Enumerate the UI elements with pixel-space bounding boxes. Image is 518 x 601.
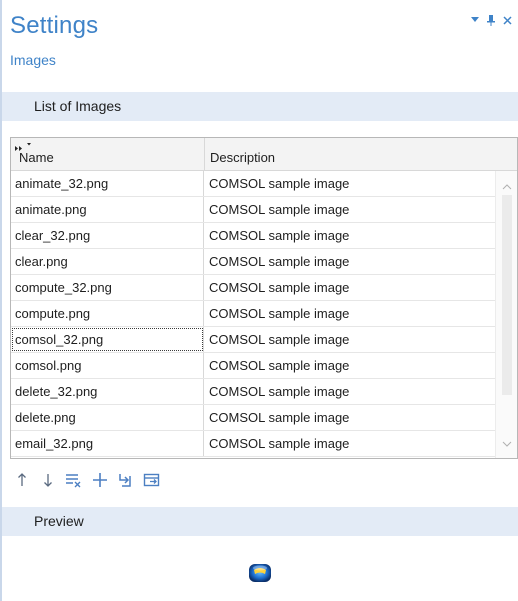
move-up-button[interactable] <box>13 471 31 489</box>
cell-name[interactable]: email_32.png <box>11 431 204 456</box>
clear-table-button[interactable] <box>65 471 83 489</box>
cell-description[interactable]: COMSOL sample image <box>204 197 495 222</box>
table-row[interactable]: comsol.png COMSOL sample image <box>11 353 495 379</box>
table-row[interactable]: compute.png COMSOL sample image <box>11 301 495 327</box>
scrollbar-thumb[interactable] <box>502 195 512 395</box>
column-label: Description <box>210 150 276 165</box>
table-row[interactable]: animate.png COMSOL sample image <box>11 197 495 223</box>
vertical-scrollbar[interactable] <box>495 171 517 458</box>
table-row[interactable]: compute_32.png COMSOL sample image <box>11 275 495 301</box>
list-of-images-section-header[interactable]: List of Images <box>2 92 518 121</box>
section-title: Preview <box>34 513 84 529</box>
comsol-logo-icon <box>247 560 273 591</box>
load-from-file-button[interactable] <box>117 471 135 489</box>
table-header: Name Description <box>11 138 495 171</box>
cell-name[interactable]: animate_32.png <box>11 171 204 196</box>
arrow-down-icon <box>44 474 52 487</box>
arrow-up-icon <box>18 473 26 486</box>
table-body: animate_32.png COMSOL sample image animate… <box>11 171 495 458</box>
cell-name[interactable]: delete_32.png <box>11 379 204 404</box>
table-row[interactable]: clear_32.png COMSOL sample image <box>11 223 495 249</box>
cell-name[interactable]: compute_32.png <box>11 275 204 300</box>
cell-description[interactable]: COMSOL sample image <box>204 249 495 274</box>
cell-description[interactable]: COMSOL sample image <box>204 431 495 456</box>
cell-name[interactable]: comsol.png <box>11 353 204 378</box>
dropdown-icon[interactable] <box>470 14 480 26</box>
page-subtitle: Images <box>10 52 56 68</box>
column-label: Name <box>19 150 54 165</box>
column-header-name[interactable]: Name <box>11 138 205 170</box>
table-row[interactable]: clear.png COMSOL sample image <box>11 249 495 275</box>
window-controls <box>470 14 512 26</box>
cell-description[interactable]: COMSOL sample image <box>204 223 495 248</box>
add-button[interactable] <box>91 471 109 489</box>
export-icon <box>143 473 160 487</box>
page-title: Settings <box>10 12 99 39</box>
save-to-file-button[interactable] <box>143 471 161 489</box>
cell-description[interactable]: COMSOL sample image <box>204 171 495 196</box>
close-icon[interactable] <box>502 14 512 26</box>
plus-icon <box>93 473 107 487</box>
cell-name[interactable]: animate.png <box>11 197 204 222</box>
cell-description[interactable]: COMSOL sample image <box>204 353 495 378</box>
scroll-down-icon[interactable] <box>502 434 512 452</box>
table-row[interactable]: email_32.png COMSOL sample image <box>11 431 495 457</box>
clear-list-icon <box>66 474 81 488</box>
table-row[interactable]: comsol_32.png COMSOL sample image <box>11 327 495 353</box>
section-title: List of Images <box>34 98 122 114</box>
cell-name[interactable]: comsol_32.png <box>11 327 204 352</box>
cell-name[interactable]: clear.png <box>11 249 204 274</box>
images-table: Name Description animate_32.png COMSOL sa… <box>10 137 518 459</box>
scroll-up-icon[interactable] <box>502 177 512 195</box>
cell-description[interactable]: COMSOL sample image <box>204 379 495 404</box>
pin-icon[interactable] <box>486 14 496 26</box>
cell-description[interactable]: COMSOL sample image <box>204 327 495 352</box>
table-toolbar <box>13 469 161 491</box>
cell-name[interactable]: delete.png <box>11 405 204 430</box>
preview-section-header[interactable]: Preview <box>2 507 518 536</box>
table-row[interactable]: delete_32.png COMSOL sample image <box>11 379 495 405</box>
column-header-description[interactable]: Description <box>205 138 495 170</box>
refresh-import-icon <box>119 474 131 487</box>
cell-description[interactable]: COMSOL sample image <box>204 405 495 430</box>
table-row[interactable]: delete.png COMSOL sample image <box>11 405 495 431</box>
header-filler <box>495 138 517 171</box>
cell-name[interactable]: clear_32.png <box>11 223 204 248</box>
cell-description[interactable]: COMSOL sample image <box>204 301 495 326</box>
cell-description[interactable]: COMSOL sample image <box>204 275 495 300</box>
cell-name[interactable]: compute.png <box>11 301 204 326</box>
move-down-button[interactable] <box>39 471 57 489</box>
table-row[interactable]: animate_32.png COMSOL sample image <box>11 171 495 197</box>
